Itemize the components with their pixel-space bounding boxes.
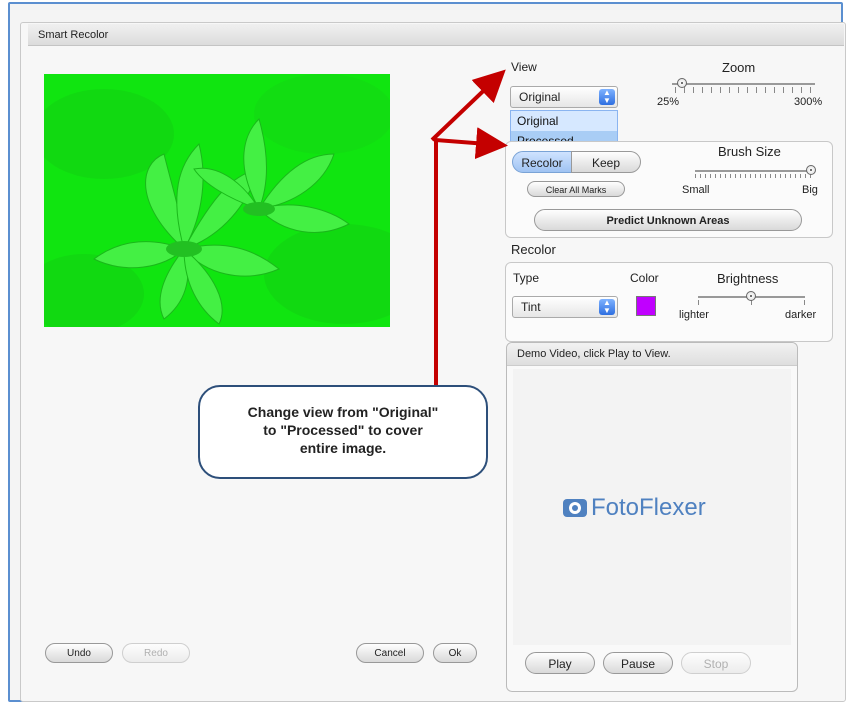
callout-line-2: to "Processed" to cover	[263, 422, 423, 438]
arrow-to-processed-option	[434, 127, 508, 385]
instruction-callout: Change view from "Original" to "Processe…	[198, 385, 488, 479]
arrow-to-view-dropdown	[430, 69, 506, 142]
annotation-arrows	[430, 69, 508, 385]
callout-line-1: Change view from "Original"	[247, 404, 439, 420]
callout-line-3: entire image.	[299, 440, 387, 456]
